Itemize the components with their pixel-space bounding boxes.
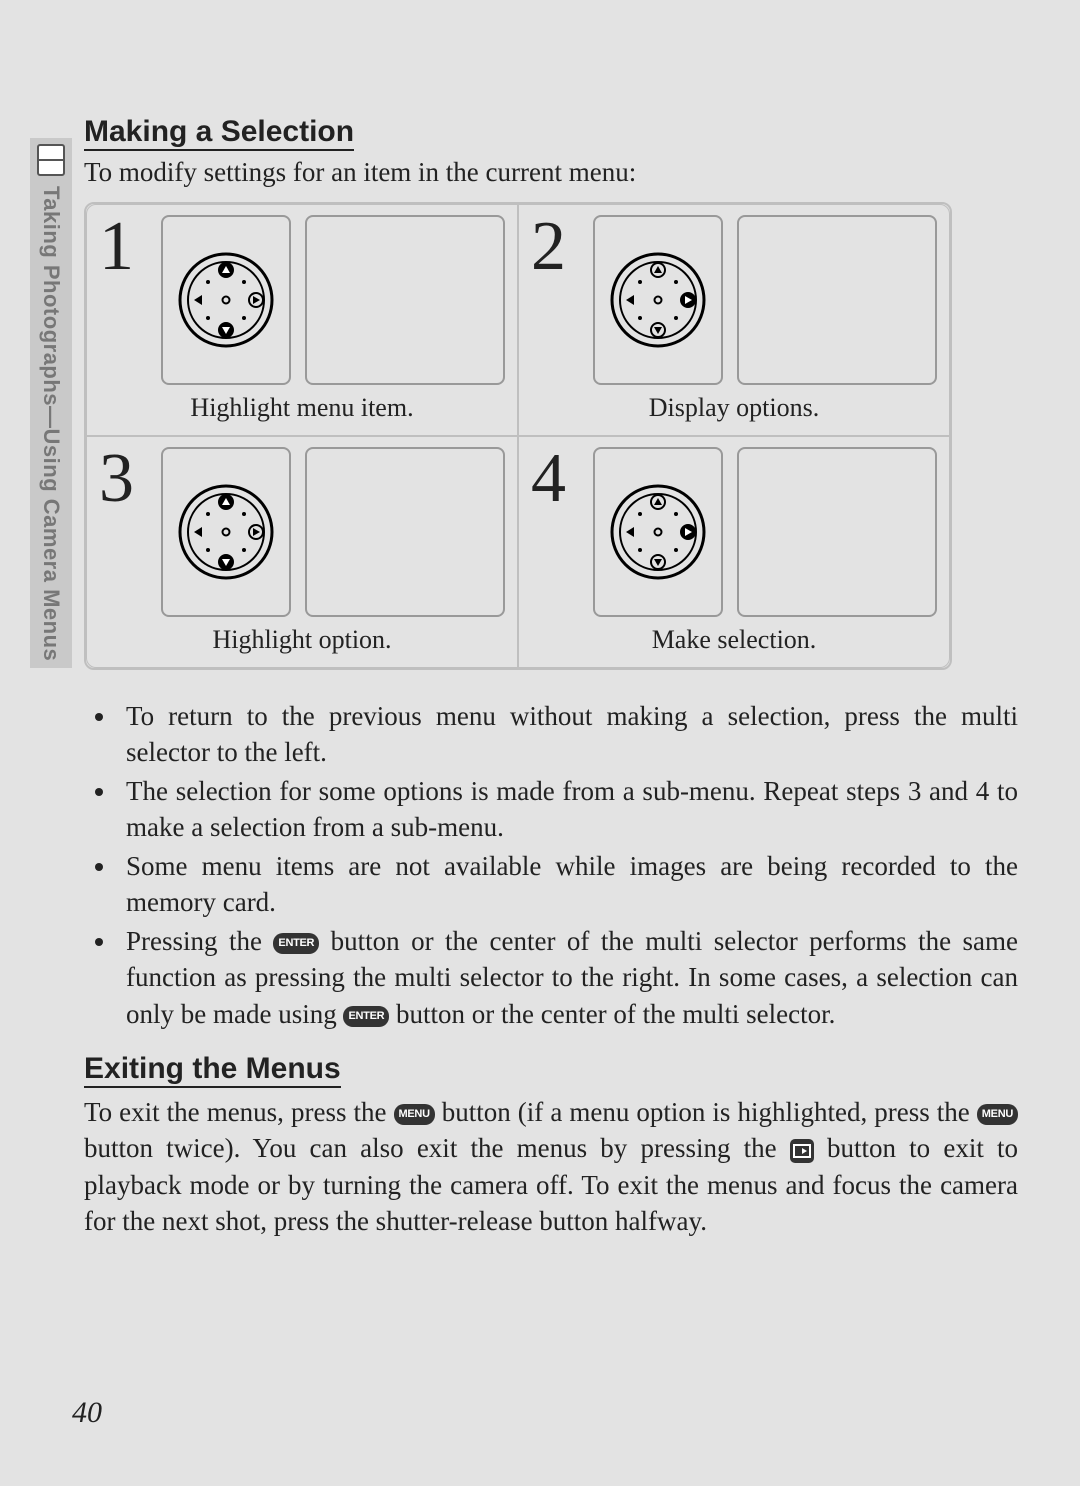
screen-placeholder bbox=[737, 447, 937, 617]
multi-selector-diagram bbox=[161, 215, 291, 385]
list-item: To return to the previous menu without m… bbox=[118, 698, 1018, 771]
screen-placeholder bbox=[305, 215, 505, 385]
exit-body-text: To exit the menus, press the MENU button… bbox=[84, 1094, 1018, 1240]
screen-placeholder bbox=[305, 447, 505, 617]
multi-selector-diagram bbox=[593, 447, 723, 617]
step-number: 4 bbox=[531, 447, 579, 510]
step-number: 1 bbox=[99, 215, 147, 278]
step-cell: 2 Display options. bbox=[518, 204, 950, 436]
menu-button-icon: MENU bbox=[977, 1104, 1018, 1125]
page-content: Making a Selection To modify settings fo… bbox=[28, 115, 1052, 1240]
multi-selector-diagram bbox=[593, 215, 723, 385]
steps-grid: 1 Highlight menu item. 2 bbox=[84, 202, 952, 670]
step-caption: Make selection. bbox=[652, 625, 817, 655]
step-caption: Highlight option. bbox=[212, 625, 391, 655]
heading-exiting-menus: Exiting the Menus bbox=[84, 1052, 341, 1088]
page-number: 40 bbox=[72, 1396, 102, 1430]
multi-selector-diagram bbox=[161, 447, 291, 617]
heading-making-selection: Making a Selection bbox=[84, 115, 354, 151]
playback-button-icon bbox=[790, 1139, 814, 1163]
list-item: The selection for some options is made f… bbox=[118, 773, 1018, 846]
enter-button-icon: ENTER bbox=[273, 933, 319, 954]
list-item: Pressing the ENTER button or the center … bbox=[118, 923, 1018, 1032]
enter-button-icon: ENTER bbox=[343, 1006, 389, 1027]
step-caption: Highlight menu item. bbox=[190, 393, 413, 423]
step-number: 2 bbox=[531, 215, 579, 278]
screen-placeholder bbox=[737, 215, 937, 385]
step-cell: 1 Highlight menu item. bbox=[86, 204, 518, 436]
intro-text: To modify settings for an item in the cu… bbox=[84, 157, 1024, 188]
step-number: 3 bbox=[99, 447, 147, 510]
step-cell: 4 Make selection. bbox=[518, 436, 950, 668]
step-caption: Display options. bbox=[649, 393, 819, 423]
bullet-list: To return to the previous menu without m… bbox=[118, 698, 1018, 1032]
menu-button-icon: MENU bbox=[394, 1104, 435, 1125]
list-item: Some menu items are not available while … bbox=[118, 848, 1018, 921]
step-cell: 3 Highlight option. bbox=[86, 436, 518, 668]
